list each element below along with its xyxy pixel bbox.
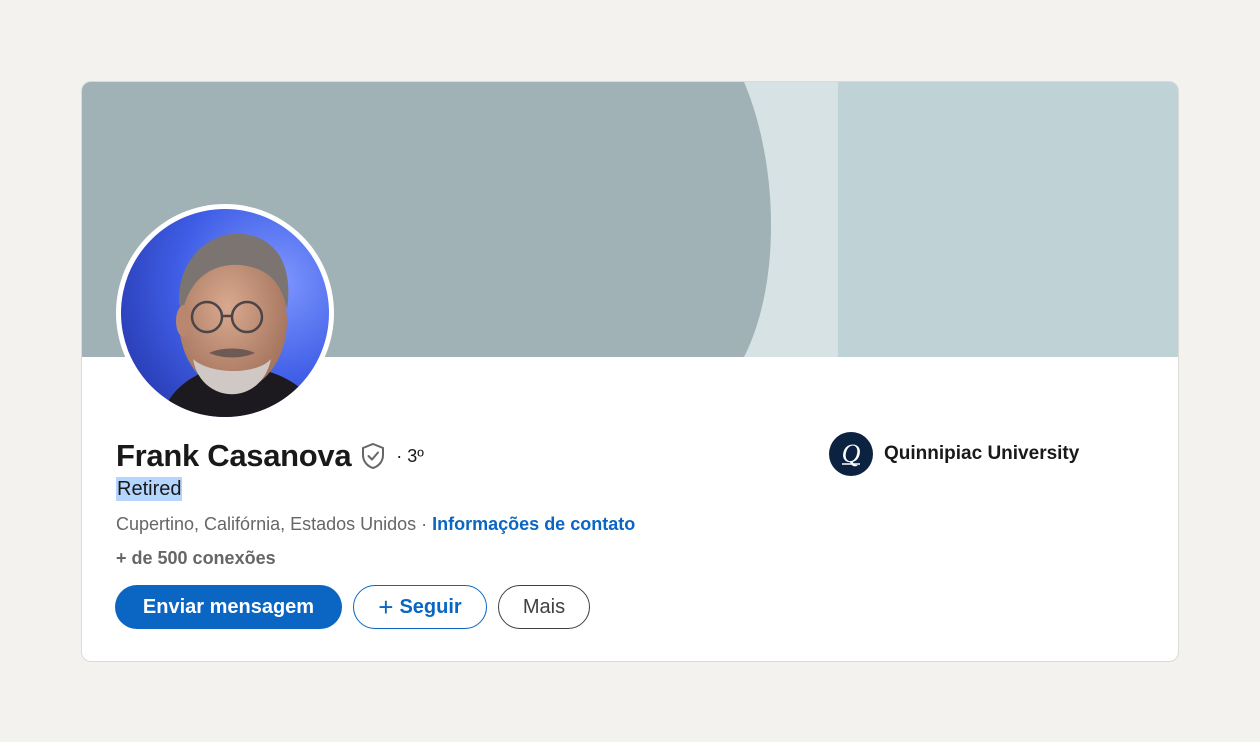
- location-separator: ·: [416, 514, 433, 534]
- profile-name: Frank Casanova: [116, 438, 352, 473]
- send-message-button[interactable]: Enviar mensagem: [115, 585, 342, 629]
- avatar[interactable]: [116, 204, 334, 422]
- location-row: Cupertino, Califórnia, Estados Unidos · …: [116, 514, 635, 535]
- follow-label: Seguir: [399, 595, 462, 618]
- follow-button[interactable]: + Seguir: [353, 585, 487, 629]
- education-entry[interactable]: Q Quinnipiac University: [829, 432, 1079, 476]
- connections-count[interactable]: + de 500 conexões: [116, 548, 276, 569]
- more-button[interactable]: Mais: [498, 585, 590, 629]
- name-row: Frank Casanova · 3º: [116, 436, 424, 476]
- education-name: Quinnipiac University: [884, 443, 1080, 464]
- quinnipiac-logo-icon: Q: [829, 432, 873, 476]
- profile-card: Frank Casanova · 3º Retired Cupertino, C…: [81, 81, 1179, 662]
- shield-check-icon[interactable]: [360, 441, 388, 471]
- profile-photo: [121, 209, 329, 417]
- location-text: Cupertino, Califórnia, Estados Unidos: [116, 514, 417, 534]
- contact-info-link[interactable]: Informações de contato: [432, 514, 635, 534]
- connection-degree: · 3º: [396, 445, 424, 466]
- profile-headline: Retired: [116, 477, 183, 501]
- plus-icon: +: [378, 592, 394, 622]
- action-buttons: Enviar mensagem + Seguir Mais: [115, 585, 590, 629]
